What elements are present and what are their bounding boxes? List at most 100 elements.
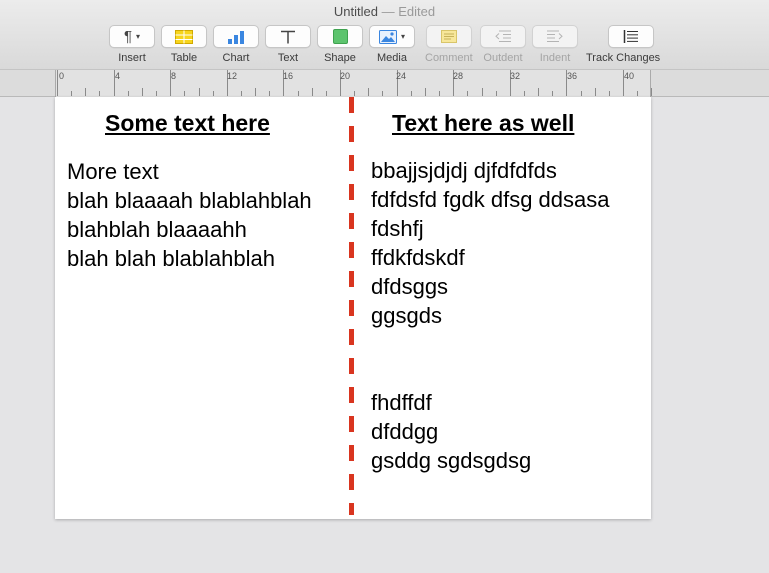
outdent-label: Outdent <box>483 52 523 64</box>
left-column-line[interactable]: More text <box>67 157 159 186</box>
shape-button[interactable] <box>317 25 363 48</box>
right-column-line[interactable]: fdfdsfd fgdk dfsg ddsasa <box>371 185 610 214</box>
ruler[interactable]: 0 4 8 12 16 20 24 28 32 36 40 <box>0 70 769 97</box>
chevron-down-icon: ▾ <box>136 32 141 41</box>
text-button[interactable] <box>265 25 311 48</box>
shape-icon <box>332 29 348 44</box>
right-column-line[interactable]: ffdkfdskdf <box>371 243 465 272</box>
document-title: Untitled <box>333 4 378 19</box>
ruler-tick <box>552 91 554 96</box>
text-icon <box>281 30 295 43</box>
right-column-line[interactable]: bbajjsjdjdj djfdfdfds <box>371 156 557 185</box>
document-canvas: Some text here More text blah blaaaah bl… <box>0 97 769 573</box>
media-label: Media <box>377 52 407 64</box>
ruler-label: 40 <box>624 71 635 81</box>
table-label: Table <box>170 52 198 64</box>
ruler-label: 8 <box>171 71 177 81</box>
document-page[interactable]: Some text here More text blah blaaaah bl… <box>55 97 651 519</box>
shape-tool[interactable]: Shape <box>317 25 363 64</box>
comment-tool[interactable]: Comment <box>425 25 473 64</box>
outdent-icon <box>495 30 511 42</box>
table-icon <box>175 29 193 44</box>
right-column-line[interactable]: dfdsggs <box>371 272 448 301</box>
table-button[interactable] <box>161 25 207 48</box>
left-column-line[interactable]: blah blah blablahblah <box>67 244 275 273</box>
ruler-tick <box>297 91 299 96</box>
ruler-label: 0 <box>59 71 65 81</box>
ruler-tick <box>240 91 242 96</box>
chart-button[interactable] <box>213 25 259 48</box>
ruler-tick <box>85 88 87 96</box>
ruler-label: 28 <box>453 71 464 81</box>
ruler-tick <box>580 91 582 96</box>
chart-tool[interactable]: Chart <box>213 25 259 64</box>
ruler-tick <box>141 88 143 96</box>
right-column-heading[interactable]: Text here as well <box>392 110 574 137</box>
ruler-tick <box>325 91 327 96</box>
insert-button[interactable]: ¶ ▾ <box>109 25 155 48</box>
media-button[interactable]: ▾ <box>369 25 415 48</box>
ruler-label: 4 <box>115 71 121 81</box>
ruler-tick <box>156 91 158 96</box>
ruler-tick <box>608 91 610 96</box>
left-column-line[interactable]: blah blaaaah blablahblah <box>67 186 312 215</box>
right-column-line[interactable]: ggsgds <box>371 301 442 330</box>
outdent-tool[interactable]: Outdent <box>480 25 526 64</box>
text-label: Text <box>277 52 299 64</box>
ruler-tick <box>269 91 271 96</box>
outdent-button[interactable] <box>480 25 526 48</box>
ruler-tick <box>424 88 426 96</box>
track-changes-button[interactable] <box>608 25 655 48</box>
ruler-tick <box>495 91 497 96</box>
media-icon <box>378 29 397 44</box>
ruler-tick <box>71 91 73 96</box>
left-column-heading[interactable]: Some text here <box>105 110 270 137</box>
track-changes-label: Track Changes <box>586 52 661 64</box>
right-column-line[interactable]: gsddg sgdsgdsg <box>371 446 531 475</box>
ruler-label: 20 <box>340 71 351 81</box>
chart-icon <box>228 30 244 44</box>
window-title: Untitled — Edited <box>0 4 769 19</box>
ruler-tick <box>538 88 540 96</box>
edited-status: — Edited <box>381 4 436 19</box>
comment-label: Comment <box>425 52 473 64</box>
track-changes-icon <box>623 30 639 43</box>
right-column-line[interactable]: fdshfj <box>371 214 424 243</box>
insert-tool[interactable]: ¶ ▾ Insert <box>109 25 155 64</box>
ruler-tick <box>637 91 639 96</box>
ruler-tick <box>255 88 257 96</box>
ruler-tick <box>127 91 129 96</box>
indent-tool[interactable]: Indent <box>532 25 578 64</box>
comment-icon <box>440 30 457 43</box>
ruler-tick <box>439 91 441 96</box>
ruler-tick <box>651 88 653 96</box>
ruler-label: 12 <box>227 71 238 81</box>
right-column-line[interactable]: fhdffdf <box>371 388 432 417</box>
ruler-tick <box>99 91 101 96</box>
ruler-tick <box>382 91 384 96</box>
indent-button[interactable] <box>532 25 578 48</box>
table-tool[interactable]: Table <box>161 25 207 64</box>
indent-label: Indent <box>539 52 571 64</box>
ruler-tick <box>368 88 370 96</box>
track-changes-tool[interactable]: Track Changes <box>586 25 660 64</box>
ruler-tick <box>212 91 214 96</box>
ruler-label: 24 <box>396 71 407 81</box>
ruler-label: 16 <box>283 71 294 81</box>
chart-label: Chart <box>222 52 250 64</box>
ruler-tick <box>523 91 525 96</box>
column-divider <box>349 97 354 515</box>
ruler-tick <box>198 88 200 96</box>
right-column-line[interactable]: dfddgg <box>371 417 438 446</box>
text-tool[interactable]: Text <box>265 25 311 64</box>
media-tool[interactable]: ▾ Media <box>369 25 415 64</box>
ruler-tick <box>481 88 483 96</box>
ruler-tick <box>410 91 412 96</box>
left-column-line[interactable]: blahblah blaaaahh <box>67 215 247 244</box>
ruler-page-area <box>55 70 651 97</box>
chevron-down-icon: ▾ <box>400 32 405 41</box>
ruler-tick <box>57 70 58 96</box>
comment-button[interactable] <box>425 25 472 48</box>
shape-label: Shape <box>324 52 356 64</box>
ruler-label: 32 <box>510 71 521 81</box>
